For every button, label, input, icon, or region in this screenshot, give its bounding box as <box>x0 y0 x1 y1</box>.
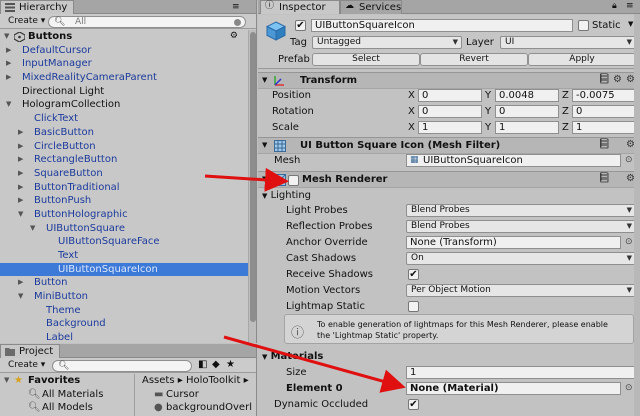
annotation-arrows <box>204 167 406 393</box>
arrow-to-mesh-renderer <box>204 167 289 192</box>
arrow-to-element-0 <box>223 335 406 393</box>
